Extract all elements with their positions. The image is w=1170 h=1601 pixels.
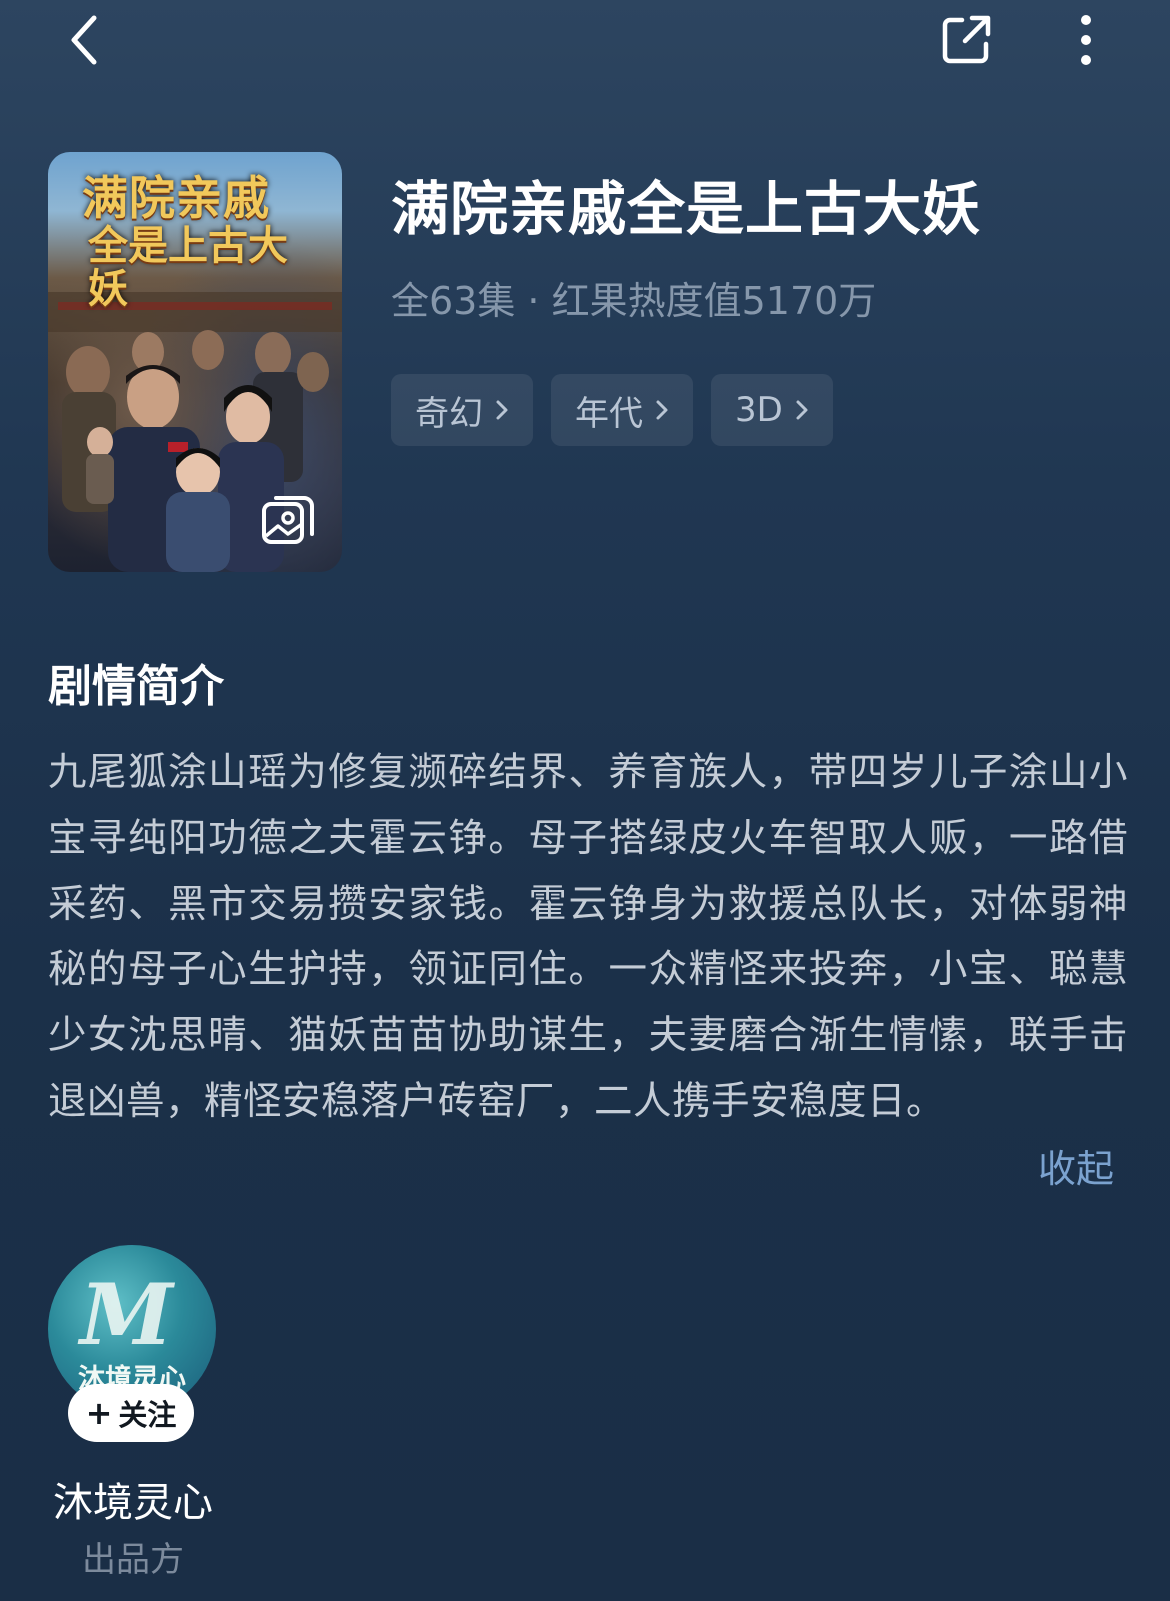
chevron-right-icon — [496, 400, 508, 420]
tag-label: 3D — [735, 390, 783, 430]
chevron-right-icon — [656, 400, 668, 420]
gallery-icon[interactable] — [260, 490, 318, 548]
top-navigation-bar — [0, 0, 1170, 90]
collapse-synopsis-button[interactable]: 收起 — [1038, 1138, 1114, 1193]
drama-poster[interactable]: 满院亲戚 全是上古大妖 — [48, 152, 342, 572]
follow-button[interactable]: + 关注 — [68, 1384, 194, 1442]
genre-tag-list: 奇幻 年代 3D — [391, 374, 833, 446]
tag-3d[interactable]: 3D — [711, 374, 833, 446]
more-options-button[interactable] — [1056, 10, 1116, 70]
tag-period[interactable]: 年代 — [551, 374, 693, 446]
back-button[interactable] — [54, 10, 114, 70]
chevron-left-icon — [71, 15, 97, 65]
chevron-right-icon — [796, 400, 808, 420]
follow-label: 关注 — [118, 1398, 177, 1432]
poster-title-line1: 满院亲戚 — [82, 171, 270, 225]
poster-title-art: 满院亲戚 全是上古大妖 — [82, 171, 322, 312]
share-icon — [942, 15, 991, 64]
tag-label: 年代 — [575, 393, 643, 434]
synopsis-text: 九尾狐涂山瑶为修复濒碎结界、养育族人，带四岁儿子涂山小宝寻纯阳功德之夫霍云铮。母… — [48, 750, 1128, 1124]
more-vertical-icon — [1081, 15, 1091, 65]
producer-name[interactable]: 沐境灵心 — [48, 1470, 218, 1528]
drama-meta-info: 全63集 · 红果热度值5170万 — [391, 279, 877, 323]
tag-fantasy[interactable]: 奇幻 — [391, 374, 533, 446]
synopsis-heading: 剧情简介 — [48, 661, 224, 712]
share-button[interactable] — [936, 10, 996, 70]
avatar-logo-mark: M — [80, 1265, 173, 1364]
plus-icon: + — [85, 1394, 113, 1432]
producer-role: 出品方 — [82, 1540, 184, 1580]
tag-label: 奇幻 — [415, 393, 483, 434]
drama-title: 满院亲戚全是上古大妖 — [391, 175, 982, 243]
poster-title-line2: 全是上古大妖 — [88, 221, 288, 312]
